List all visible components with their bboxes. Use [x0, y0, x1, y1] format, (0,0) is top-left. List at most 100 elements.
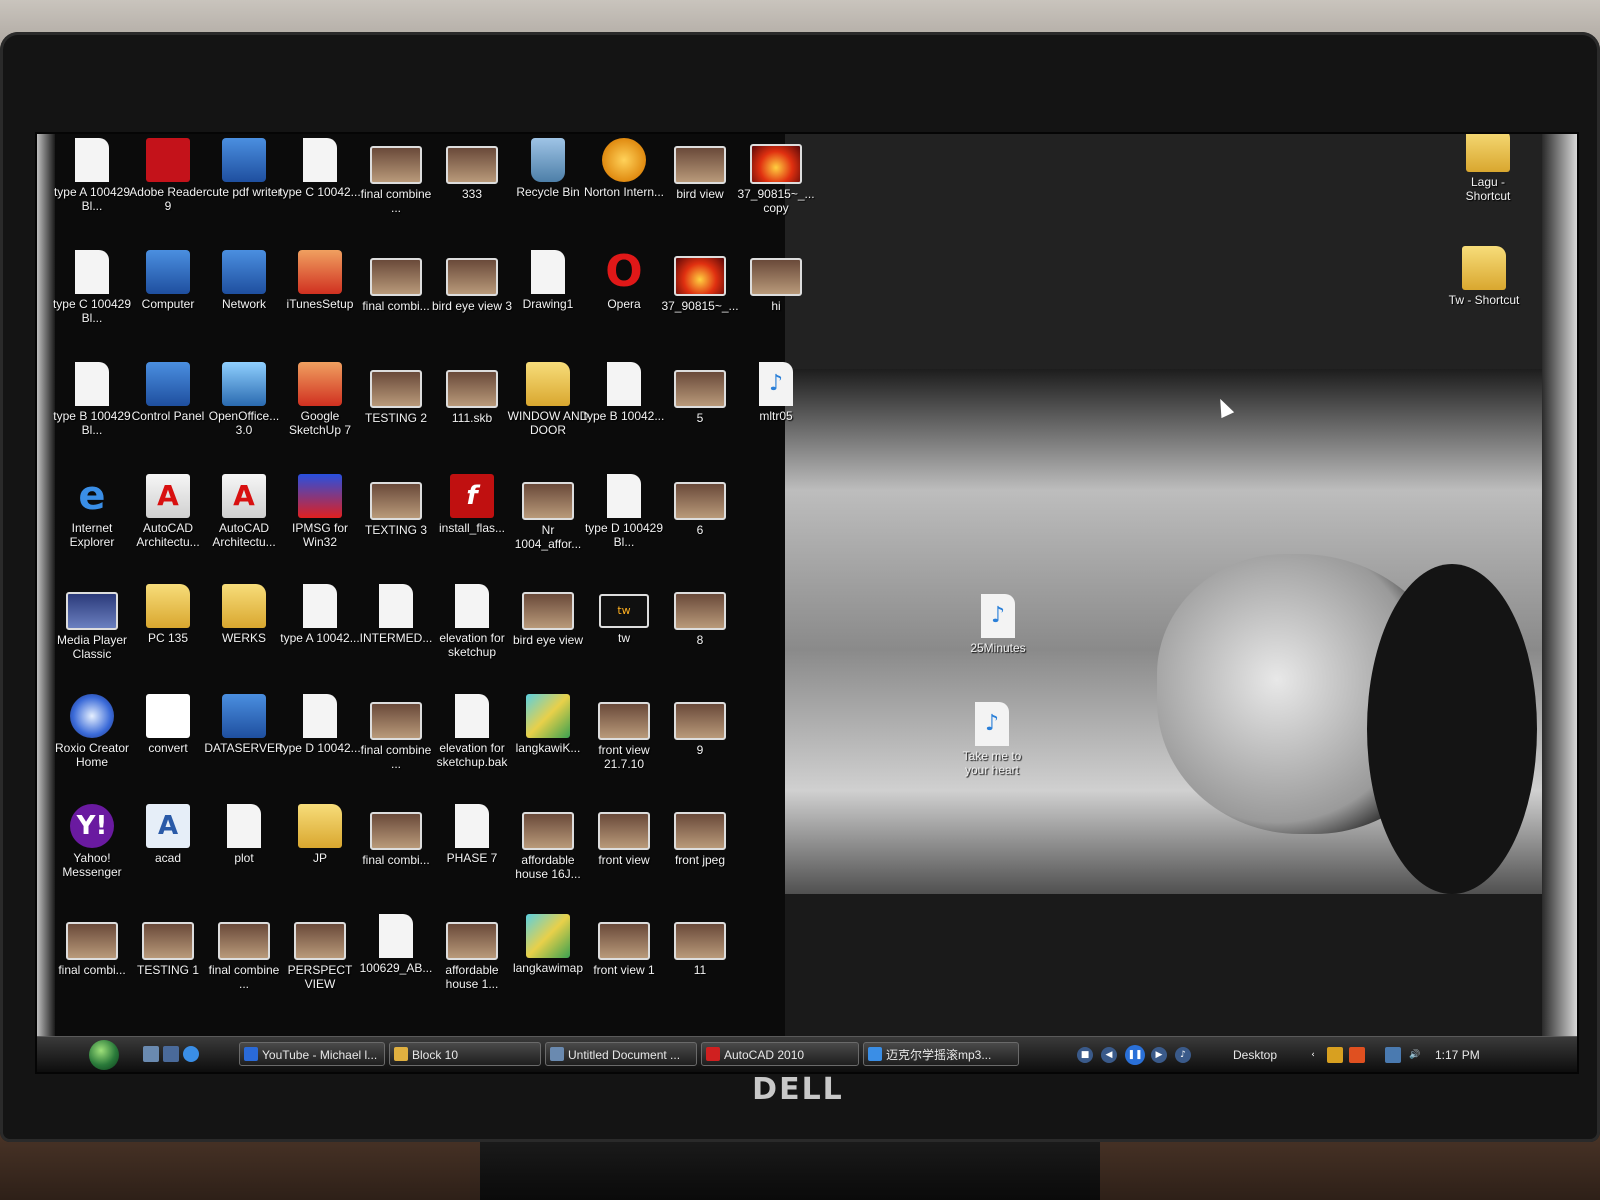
desktop-icon[interactable]: final combine ...: [355, 694, 437, 771]
desktop-icon[interactable]: Y! Yahoo! Messenger: [51, 804, 133, 879]
desktop-icon[interactable]: WERKS: [203, 584, 285, 645]
desktop-icon[interactable]: Google SketchUp 7: [279, 362, 361, 437]
desktop-toolbar-label[interactable]: Desktop: [1233, 1037, 1277, 1072]
desktop-icon[interactable]: ♪ 25Minutes: [957, 594, 1039, 655]
desktop-icon[interactable]: hi: [735, 250, 817, 313]
desktop-icon[interactable]: 5: [659, 362, 741, 425]
desktop-icon[interactable]: type D 100429 Bl...: [583, 474, 665, 549]
desktop-icon[interactable]: type A 10042...: [279, 584, 361, 645]
desktop-icon[interactable]: A AutoCAD Architectu...: [203, 474, 285, 549]
desktop-icon[interactable]: INTERMED...: [355, 584, 437, 645]
desktop-icon[interactable]: front jpeg: [659, 804, 741, 867]
desktop-icon[interactable]: type B 100429 Bl...: [51, 362, 133, 437]
desktop-icon[interactable]: DATASERVER: [203, 694, 285, 755]
desktop-icon[interactable]: Network: [203, 250, 285, 311]
media-stop-icon[interactable]: ■: [1077, 1047, 1093, 1063]
task-youtube[interactable]: YouTube - Michael l...: [239, 1042, 385, 1066]
desktop-icon[interactable]: ♪ Take me to your heart: [951, 702, 1033, 777]
desktop-icon[interactable]: cute pdf writer: [203, 138, 285, 199]
desktop-icon[interactable]: bird view: [659, 138, 741, 201]
show-desktop-icon[interactable]: [143, 1046, 159, 1062]
desktop-icon[interactable]: tw tw: [583, 584, 665, 645]
desktop-icon[interactable]: 37_90815~_...: [659, 250, 741, 313]
desktop-icon[interactable]: 11: [659, 914, 741, 977]
desktop-icon[interactable]: bird eye view 3: [431, 250, 513, 313]
desktop-icon[interactable]: Media Player Classic: [51, 584, 133, 661]
task-autocad[interactable]: AutoCAD 2010: [701, 1042, 859, 1066]
desktop-icon[interactable]: langkawiK...: [507, 694, 589, 755]
desktop-icon[interactable]: PERSPECT VIEW: [279, 914, 361, 991]
media-pause-icon[interactable]: ❚❚: [1125, 1045, 1145, 1065]
desktop-icon[interactable]: e Internet Explorer: [51, 474, 133, 549]
desktop-icon[interactable]: affordable house 1...: [431, 914, 513, 991]
desktop-icon[interactable]: Nr 1004_affor...: [507, 474, 589, 551]
desktop-icon[interactable]: type C 100429 Bl...: [51, 250, 133, 325]
desktop-icon[interactable]: 37_90815~_... copy: [735, 138, 817, 215]
desktop-icon[interactable]: front view 1: [583, 914, 665, 977]
tray-app-icon-2[interactable]: [1349, 1047, 1365, 1063]
desktop-icon[interactable]: type C 10042...: [279, 138, 361, 199]
clock[interactable]: 1:17 PM: [1435, 1037, 1480, 1072]
network-tray-icon[interactable]: [1385, 1047, 1401, 1063]
desktop-icon[interactable]: IPMSG for Win32: [279, 474, 361, 549]
desktop-icon[interactable]: Lagu - Shortcut: [1447, 134, 1529, 203]
chevron-left-icon[interactable]: ‹: [1305, 1047, 1321, 1063]
desktop-icon[interactable]: TESTING 1: [127, 914, 209, 977]
desktop-icon[interactable]: final combine ...: [355, 138, 437, 215]
desktop-icon[interactable]: 100629_AB...: [355, 914, 437, 975]
desktop-icon[interactable]: 111.skb: [431, 362, 513, 425]
desktop-icon[interactable]: final combine ...: [203, 914, 285, 991]
desktop-icon[interactable]: O Opera: [583, 250, 665, 312]
task-untitled-document[interactable]: Untitled Document ...: [545, 1042, 697, 1066]
desktop-icon[interactable]: Aacad: [127, 804, 209, 865]
start-button[interactable]: [89, 1040, 119, 1070]
desktop-icon[interactable]: TESTING 2: [355, 362, 437, 425]
desktop-icon[interactable]: bird eye view: [507, 584, 589, 647]
desktop-icon[interactable]: Recycle Bin: [507, 138, 589, 199]
desktop-icon[interactable]: langkawimap: [507, 914, 589, 975]
desktop-icon[interactable]: 9: [659, 694, 741, 757]
desktop-icon[interactable]: ♪ mltr05: [735, 362, 817, 423]
desktop-icon[interactable]: front view: [583, 804, 665, 867]
desktop-icon[interactable]: Tw - Shortcut: [1443, 246, 1525, 307]
desktop-icon[interactable]: elevation for sketchup: [431, 584, 513, 659]
desktop-icon[interactable]: A AutoCAD Architectu...: [127, 474, 209, 549]
desktop-icon[interactable]: WINDOW AND DOOR: [507, 362, 589, 437]
desktop-icon[interactable]: TEXTING 3: [355, 474, 437, 537]
desktop-icon[interactable]: type B 10042...: [583, 362, 665, 423]
desktop-icon[interactable]: front view 21.7.10: [583, 694, 665, 771]
desktop-icon[interactable]: Control Panel: [127, 362, 209, 423]
desktop-icon[interactable]: 333: [431, 138, 513, 201]
tray-app-icon[interactable]: [1327, 1047, 1343, 1063]
desktop-icon[interactable]: final combi...: [51, 914, 133, 977]
switch-windows-icon[interactable]: [163, 1046, 179, 1062]
desktop-icon[interactable]: Norton Intern...: [583, 138, 665, 199]
desktop-icon[interactable]: ⇆ convert: [127, 694, 209, 755]
desktop-icon[interactable]: PC 135: [127, 584, 209, 645]
desktop-icon[interactable]: type D 10042...: [279, 694, 361, 755]
desktop-icon[interactable]: Roxio Creator Home: [51, 694, 133, 769]
desktop-icon[interactable]: final combi...: [355, 804, 437, 867]
desktop-icon[interactable]: JP: [279, 804, 361, 865]
media-prev-icon[interactable]: ◀: [1101, 1047, 1117, 1063]
desktop-icon[interactable]: OpenOffice... 3.0: [203, 362, 285, 437]
desktop-icon[interactable]: 8: [659, 584, 741, 647]
desktop-icon[interactable]: plot: [203, 804, 285, 865]
desktop-icon[interactable]: affordable house 16J...: [507, 804, 589, 881]
desktop-icon[interactable]: Computer: [127, 250, 209, 311]
desktop-icon[interactable]: 6: [659, 474, 741, 537]
desktop-icon[interactable]: f install_flas...: [431, 474, 513, 535]
desktop-icon[interactable]: type A 100429 Bl...: [51, 138, 133, 213]
desktop-icon[interactable]: Drawing1: [507, 250, 589, 311]
task-mp3-browser[interactable]: 迈克尔学摇滚mp3...: [863, 1042, 1019, 1066]
media-next-icon[interactable]: ▶: [1151, 1047, 1167, 1063]
volume-tray-icon[interactable]: 🔊: [1407, 1047, 1423, 1063]
desktop-icon[interactable]: PHASE 7: [431, 804, 513, 865]
volume-mini-icon[interactable]: ♪: [1175, 1047, 1191, 1063]
desktop-icon[interactable]: iTunesSetup: [279, 250, 361, 311]
desktop-icon[interactable]: elevation for sketchup.bak: [431, 694, 513, 769]
desktop-icon[interactable]: final combi...: [355, 250, 437, 313]
desktop-icon[interactable]: Adobe Reader 9: [127, 138, 209, 213]
task-block-10[interactable]: Block 10: [389, 1042, 541, 1066]
ie-quicklaunch-icon[interactable]: [183, 1046, 199, 1062]
